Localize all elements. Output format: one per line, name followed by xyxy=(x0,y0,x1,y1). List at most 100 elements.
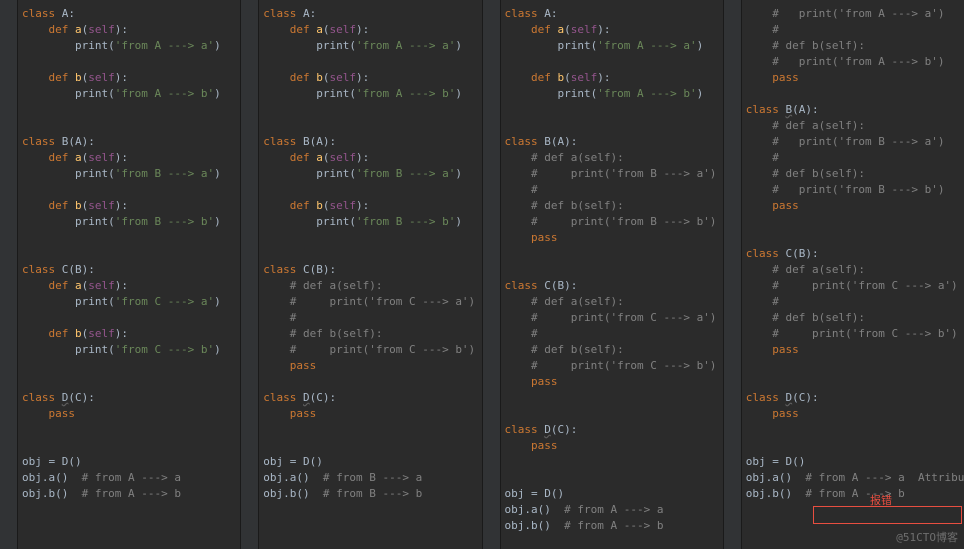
stmt: print('from A ---> b') xyxy=(557,87,703,100)
base: (B) xyxy=(792,247,812,260)
colon: : xyxy=(571,135,578,148)
colon: : xyxy=(88,263,95,276)
comment: # print('from A ---> a') xyxy=(772,7,944,20)
kw-def: def xyxy=(49,199,69,212)
colon: : xyxy=(571,423,578,436)
colon: : xyxy=(330,391,337,404)
fn-name: a xyxy=(75,23,82,36)
comment: # print('from C ---> b') xyxy=(290,343,475,356)
kw-class: class xyxy=(505,135,538,148)
kw-class: class xyxy=(22,135,55,148)
class-name: A xyxy=(303,7,310,20)
fn-name: a xyxy=(75,151,82,164)
gutter xyxy=(483,0,501,549)
fn-name: a xyxy=(316,151,323,164)
editor-panes: class A: def a(self): print('from A --->… xyxy=(0,0,964,549)
comment: # from A ---> a xyxy=(82,471,181,484)
kw-class: class xyxy=(746,247,779,260)
comment: # def a(self): xyxy=(772,263,865,276)
pane-1[interactable]: class A: def a(self): print('from A --->… xyxy=(0,0,241,549)
code-block[interactable]: class A: def a(self): print('from A --->… xyxy=(483,0,723,534)
kw-pass: pass xyxy=(531,375,558,388)
args: (self): xyxy=(564,71,610,84)
fn-name: a xyxy=(75,279,82,292)
args: (self): xyxy=(323,71,369,84)
code-block[interactable]: # print('from A ---> a') # # def b(self)… xyxy=(724,0,964,502)
kw-def: def xyxy=(531,71,551,84)
kw-def: def xyxy=(49,327,69,340)
error-text: AttributeError: 'D' object has no attrib… xyxy=(918,471,964,484)
kw-pass: pass xyxy=(290,359,317,372)
colon: : xyxy=(88,391,95,404)
comment: # print('from C ---> a') xyxy=(772,279,957,292)
stmt: print('from A ---> a') xyxy=(75,39,221,52)
kw-pass: pass xyxy=(531,439,558,452)
stmt-assign: obj = D() xyxy=(746,455,806,468)
class-name: D xyxy=(303,391,310,404)
comment: # from B ---> a xyxy=(323,471,422,484)
code-block[interactable]: class A: def a(self): print('from A --->… xyxy=(0,0,240,502)
fn-name: b xyxy=(316,71,323,84)
kw-pass: pass xyxy=(772,407,799,420)
comment: # def b(self): xyxy=(531,343,624,356)
stmt-call: obj.a() xyxy=(263,471,309,484)
base: (A) xyxy=(68,135,88,148)
comment: # def b(self): xyxy=(772,167,865,180)
args: (self): xyxy=(82,279,128,292)
stmt-call: obj.b() xyxy=(746,487,792,500)
args: (self): xyxy=(82,23,128,36)
stmt-call: obj.b() xyxy=(505,519,551,532)
base: (B) xyxy=(310,263,330,276)
class-name: D xyxy=(544,423,551,436)
comment: # print('from C ---> b') xyxy=(772,327,957,340)
comment: # print('from B ---> b') xyxy=(772,183,944,196)
watermark: @51CTO博客 xyxy=(896,529,958,545)
comment: # from A ---> b xyxy=(82,487,181,500)
fn-name: b xyxy=(316,199,323,212)
args: (self): xyxy=(323,151,369,164)
kw-class: class xyxy=(263,263,296,276)
comment: # xyxy=(290,311,297,324)
kw-def: def xyxy=(49,279,69,292)
comment: # xyxy=(772,295,779,308)
stmt: print('from B ---> b') xyxy=(75,215,221,228)
kw-class: class xyxy=(263,391,296,404)
comment: # xyxy=(531,183,538,196)
comment: # def b(self): xyxy=(772,311,865,324)
kw-class: class xyxy=(22,7,55,20)
base: (C) xyxy=(551,423,571,436)
comment: # from A ---> a xyxy=(805,471,904,484)
colon: : xyxy=(551,7,558,20)
comment: # def a(self): xyxy=(531,295,624,308)
colon: : xyxy=(330,135,337,148)
class-name: B xyxy=(303,135,310,148)
stmt-assign: obj = D() xyxy=(22,455,82,468)
kw-class: class xyxy=(505,279,538,292)
comment: # xyxy=(772,151,779,164)
colon: : xyxy=(310,7,317,20)
kw-pass: pass xyxy=(772,199,799,212)
stmt: print('from B ---> a') xyxy=(316,167,462,180)
gutter xyxy=(0,0,18,549)
pane-3[interactable]: class A: def a(self): print('from A --->… xyxy=(483,0,724,549)
pane-2[interactable]: class A: def a(self): print('from A --->… xyxy=(241,0,482,549)
comment: # xyxy=(772,23,779,36)
args: (self): xyxy=(323,199,369,212)
args: (self): xyxy=(564,23,610,36)
colon: : xyxy=(812,103,819,116)
kw-class: class xyxy=(746,391,779,404)
comment: # from A ---> b xyxy=(564,519,663,532)
base: (A) xyxy=(792,103,812,116)
pane-4[interactable]: # print('from A ---> a') # # def b(self)… xyxy=(724,0,964,549)
code-block[interactable]: class A: def a(self): print('from A --->… xyxy=(241,0,481,502)
comment: # xyxy=(531,327,538,340)
kw-class: class xyxy=(505,423,538,436)
stmt-call: obj.b() xyxy=(263,487,309,500)
comment: # def b(self): xyxy=(290,327,383,340)
kw-def: def xyxy=(290,151,310,164)
comment: # def b(self): xyxy=(772,39,865,52)
base: (A) xyxy=(551,135,571,148)
base: (B) xyxy=(68,263,88,276)
kw-class: class xyxy=(22,263,55,276)
kw-def: def xyxy=(49,151,69,164)
